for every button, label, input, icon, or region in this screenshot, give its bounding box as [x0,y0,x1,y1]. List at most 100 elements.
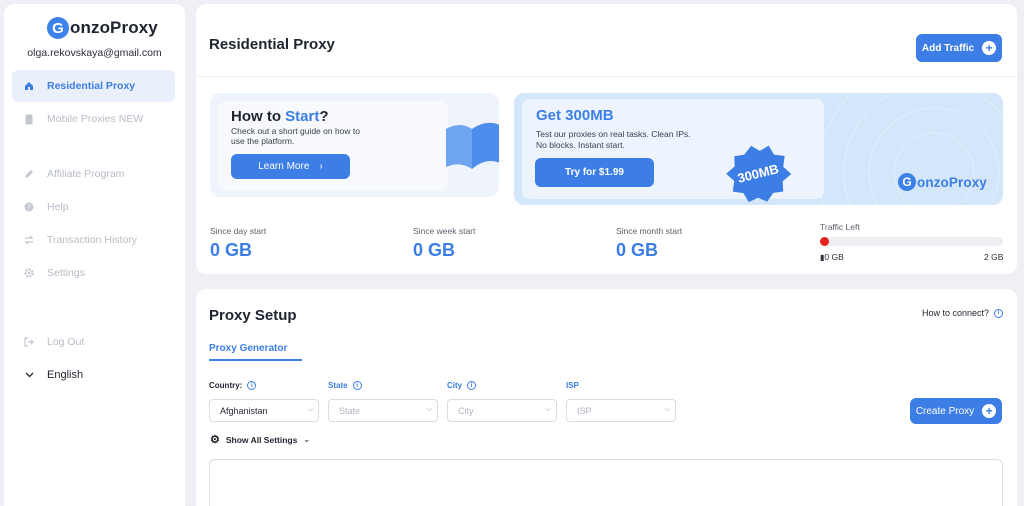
how-to-start-banner: How to Start? Check out a short guide on… [210,93,499,197]
300mb-badge: 300MB [726,145,792,203]
book-illustration [446,122,499,169]
show-all-settings-toggle[interactable]: ⚙ Show All Settings ⌄ [210,433,310,446]
promo-banner: Get 300MB Test our proxies on real tasks… [514,93,1003,205]
stat-day-value: 0 GB [210,240,253,260]
swap-icon [24,235,34,245]
promo-title: Get 300MB [536,107,614,124]
stat-week-label: Since week start [413,226,476,236]
logo-text: onzoProxy [70,18,158,37]
info-icon[interactable]: i [467,381,477,390]
traffic-min-label: 0 GB [824,252,844,262]
sidebar-item-log-out[interactable]: Log Out [12,326,175,358]
city-label: City i [447,381,477,390]
tab-proxy-generator[interactable]: Proxy Generator [209,343,287,354]
home-icon [24,81,34,91]
sidebar-item-label: Affiliate Program [47,168,125,180]
chevron-down-icon: ⌵ [426,406,432,413]
chevron-down-icon: ⌵ [307,406,313,413]
country-label: Country: i [209,381,257,390]
sidebar-item-help[interactable]: ? Help [12,191,175,223]
state-label-text: State [328,381,348,390]
add-traffic-label: Add Traffic [921,42,975,54]
sidebar-item-label: Help [47,201,69,213]
learn-more-button[interactable]: Learn More › [231,154,350,179]
gear-icon [24,268,34,278]
residential-proxy-panel: Residential Proxy Add Traffic + How to S… [196,4,1017,274]
proxy-setup-panel: Proxy Setup How to connect? i Proxy Gene… [196,289,1017,506]
chevron-down-icon [24,370,34,380]
help-icon: ? [24,202,34,212]
state-label: State i [328,381,362,390]
banner-description: Check out a short guide on how to use th… [231,126,360,146]
how-to-connect-label: How to connect? [922,308,990,318]
user-email: olga.rekovskaya@gmail.com [27,47,162,59]
plus-icon: + [982,41,997,55]
proxy-output-area[interactable] [209,459,1003,506]
phone-icon [24,114,34,124]
chevron-down-icon: ⌵ [545,406,551,413]
stat-week-value: 0 GB [413,240,456,260]
traffic-min: ▮0 GB [820,252,844,262]
stat-day-label: Since day start [210,226,267,236]
sidebar-item-residential-proxy[interactable]: Residential Proxy [12,70,175,102]
gear-icon: ⚙ [210,434,220,446]
country-label-text: Country: [209,381,243,390]
create-proxy-label: Create Proxy [915,405,975,417]
setup-title: Proxy Setup [209,307,297,324]
banner-title-prefix: How to [231,108,286,125]
city-placeholder: City [458,405,474,416]
traffic-max-label: 2 GB [984,252,1004,262]
pen-icon [24,169,34,179]
promo-logo-text: onzoProxy [917,174,987,190]
country-select[interactable]: Afghanistan ⌵ [209,399,319,422]
promo-logo-mark: G [898,173,916,191]
sidebar-item-label: Mobile Proxies NEW [47,113,144,125]
logo-mark: G [47,17,69,39]
info-icon: i [994,308,1004,318]
logout-icon [24,337,34,347]
learn-more-label: Learn More [258,161,310,172]
sidebar-item-affiliate-program[interactable]: Affiliate Program [12,158,175,190]
sidebar-item-label: Residential Proxy [47,80,136,92]
stat-month-value: 0 GB [616,240,659,260]
state-placeholder: State [339,405,361,416]
tab-active-underline [209,359,302,361]
page-title: Residential Proxy [209,36,335,53]
traffic-progress-indicator [820,237,829,246]
sidebar-item-mobile-proxies[interactable]: Mobile Proxies NEW [12,103,175,135]
isp-select[interactable]: ISP ⌵ [566,399,676,422]
isp-label: ISP [566,381,579,390]
sidebar: G onzoProxy olga.rekovskaya@gmail.com Re… [4,4,185,506]
create-proxy-button[interactable]: Create Proxy + [910,398,1002,424]
language-label: English [47,369,84,381]
info-icon[interactable]: i [247,381,257,390]
chevron-right-icon: › [319,161,323,172]
traffic-left-label: Traffic Left [820,222,860,232]
traffic-progress-bar [820,237,1003,246]
banner-title-suffix: ? [319,108,329,125]
try-button[interactable]: Try for $1.99 [535,158,654,187]
isp-label-text: ISP [566,381,579,390]
city-select[interactable]: City ⌵ [447,399,557,422]
header-divider [196,76,1017,77]
banner-title-highlight: Start [285,108,320,125]
how-to-connect-link[interactable]: How to connect? i [922,308,1004,318]
brand-logo[interactable]: G onzoProxy [47,17,158,39]
state-select[interactable]: State ⌵ [328,399,438,422]
show-all-label: Show All Settings [225,434,298,445]
svg-text:?: ? [27,204,31,212]
city-label-text: City [447,381,463,390]
sidebar-item-label: Settings [47,267,85,279]
sidebar-item-label: Log Out [47,336,85,348]
stat-month-label: Since month start [616,226,683,236]
language-selector[interactable]: English [12,359,175,391]
plus-icon: + [982,404,997,418]
promo-description: Test our proxies on real tasks. Clean IP… [536,129,691,150]
add-traffic-button[interactable]: Add Traffic + [916,34,1002,62]
banner-title: How to Start? [231,108,329,125]
sidebar-item-transaction-history[interactable]: Transaction History [12,224,175,256]
chevron-down-icon: ⌄ [303,435,311,444]
info-icon[interactable]: i [352,381,362,390]
sidebar-item-settings[interactable]: Settings [12,257,175,289]
sidebar-item-label: Transaction History [47,234,138,246]
